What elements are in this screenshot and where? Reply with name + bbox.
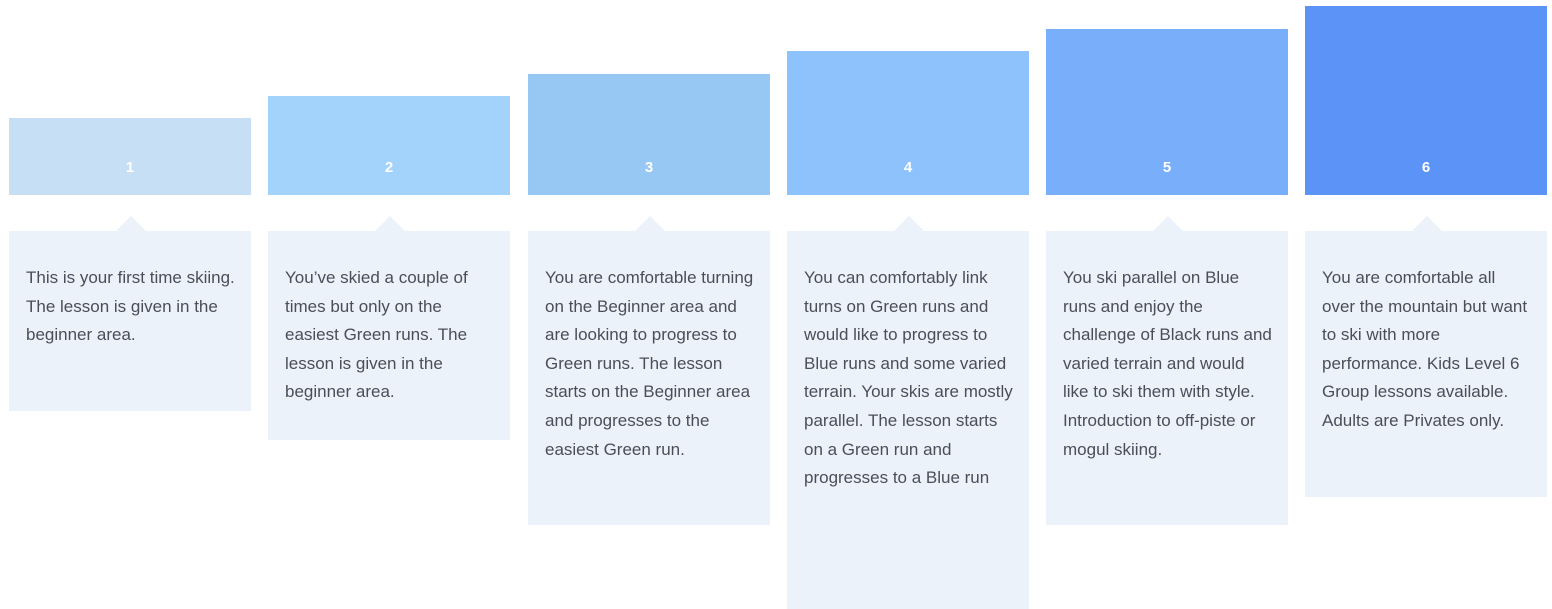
- level-description: You ski parallel on Blue runs and enjoy …: [1063, 268, 1272, 459]
- ski-levels-chart: 1 This is your first time skiing. The le…: [0, 0, 1552, 609]
- level-description: You are comfortable all over the mountai…: [1322, 268, 1528, 430]
- level-number: 1: [125, 159, 135, 176]
- level-description: You can comfortably link turns on Green …: [804, 268, 1013, 488]
- level-description-card: You can comfortably link turns on Green …: [787, 216, 1029, 609]
- level-description-card: You’ve skied a couple of times but only …: [268, 216, 510, 440]
- level-description: This is your first time skiing. The less…: [26, 268, 235, 345]
- level-description-card: You are comfortable all over the mountai…: [1305, 216, 1547, 497]
- level-number: 6: [1421, 159, 1431, 176]
- level-bar: 5: [1046, 29, 1288, 195]
- level-description: You’ve skied a couple of times but only …: [285, 268, 468, 402]
- level-number: 5: [1162, 159, 1172, 176]
- level-description: You are comfortable turning on the Begin…: [545, 268, 754, 459]
- level-number: 2: [384, 159, 394, 176]
- level-bar: 1: [9, 118, 251, 195]
- level-bar: 2: [268, 96, 510, 195]
- level-bar: 3: [528, 74, 770, 195]
- level-description-card: You are comfortable turning on the Begin…: [528, 216, 770, 525]
- level-bar: 6: [1305, 6, 1547, 195]
- level-description-card: You ski parallel on Blue runs and enjoy …: [1046, 216, 1288, 525]
- level-bar: 4: [787, 51, 1029, 195]
- level-number: 4: [903, 159, 913, 176]
- level-description-card: This is your first time skiing. The less…: [9, 216, 251, 411]
- level-number: 3: [644, 159, 654, 176]
